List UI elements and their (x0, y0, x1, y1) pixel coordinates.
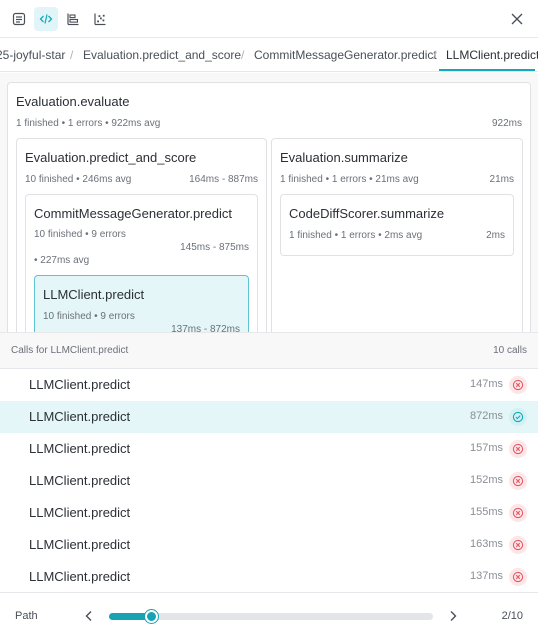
node-meta-avg: • 227ms avg (34, 255, 90, 266)
calls-list: LLMClient.predict 147ms LLMClient.predic… (0, 369, 538, 591)
tree-node-llm-client[interactable]: LLMClient.predict 10 finished • 9 errors… (34, 275, 249, 332)
call-duration: 147ms (469, 378, 503, 390)
call-duration: 155ms (469, 506, 503, 518)
top-toolbar (0, 0, 538, 38)
call-duration: 157ms (469, 442, 503, 454)
breadcrumb-separator: / (433, 48, 437, 62)
call-name: LLMClient.predict (29, 473, 131, 488)
close-button[interactable] (506, 8, 528, 30)
timeline-icon (67, 13, 79, 26)
tree-node-predict-and-score[interactable]: Evaluation.predict_and_score 10 finished… (16, 138, 267, 332)
node-range: 922ms (491, 118, 522, 129)
node-meta: 1 finished • 1 errors • 2ms avg (289, 230, 423, 241)
node-range: 2ms (486, 230, 505, 241)
call-duration: 137ms (469, 570, 503, 582)
code-view-button[interactable] (34, 7, 58, 31)
error-status-icon (509, 504, 527, 522)
error-status-icon (509, 440, 527, 458)
node-meta: 10 finished • 9 errors (34, 229, 126, 240)
calls-header-label: Calls for LLMClient.predict (11, 345, 129, 356)
call-row[interactable]: LLMClient.predict 163ms (0, 529, 538, 561)
node-range: 21ms (489, 174, 514, 185)
path-slider[interactable] (109, 610, 433, 623)
breadcrumb-item-current[interactable]: LLMClient.predict (446, 48, 538, 62)
node-title: Evaluation.evaluate (16, 94, 130, 109)
node-title: CodeDiffScorer.summarize (289, 206, 445, 221)
calls-count: 10 calls (493, 345, 527, 356)
error-status-icon (509, 472, 527, 490)
call-name: LLMClient.predict (29, 441, 131, 456)
error-status-icon (509, 568, 527, 586)
document-view-button[interactable] (7, 7, 31, 31)
call-name: LLMClient.predict (29, 537, 131, 552)
path-page-indicator: 2/10 (501, 610, 523, 622)
scatter-icon (94, 13, 106, 26)
breadcrumb-item-run[interactable]: 25-joyful-star (0, 48, 65, 62)
path-slider-thumb[interactable] (145, 610, 159, 623)
error-status-icon (509, 376, 527, 394)
node-meta: 10 finished • 246ms avg (25, 174, 132, 185)
chevron-left-icon (85, 611, 92, 621)
call-row[interactable]: LLMClient.predict 152ms (0, 465, 538, 497)
document-icon (12, 12, 26, 26)
call-row[interactable]: LLMClient.predict 157ms (0, 433, 538, 465)
call-name: LLMClient.predict (29, 409, 131, 424)
node-range: 137ms - 872ms (171, 324, 240, 332)
error-status-icon (509, 536, 527, 554)
calls-header: Calls for LLMClient.predict 10 calls (0, 332, 538, 369)
success-status-icon (509, 408, 527, 426)
timeline-view-button[interactable] (61, 7, 85, 31)
chevron-right-icon (450, 611, 457, 621)
call-name: LLMClient.predict (29, 377, 131, 392)
call-duration: 872ms (469, 410, 503, 422)
path-label: Path (15, 610, 38, 622)
call-row[interactable]: LLMClient.predict 155ms (0, 497, 538, 529)
node-meta: 1 finished • 1 errors • 922ms avg (16, 118, 161, 129)
code-icon (39, 14, 53, 24)
breadcrumb-item-commit-generator[interactable]: CommitMessageGenerator.predict (254, 48, 437, 62)
next-button[interactable] (445, 608, 461, 624)
previous-button[interactable] (81, 608, 97, 624)
breadcrumb-separator: / (70, 48, 74, 62)
node-meta: 1 finished • 1 errors • 21ms avg (280, 174, 419, 185)
breadcrumb-active-indicator (439, 69, 535, 71)
call-name: LLMClient.predict (29, 569, 131, 584)
path-navigator: Path 2/10 (0, 592, 538, 640)
call-row-selected[interactable]: LLMClient.predict 872ms (0, 401, 538, 433)
call-duration: 163ms (469, 538, 503, 550)
call-tree: Evaluation.evaluate 1 finished • 1 error… (0, 73, 538, 332)
tree-node-commit-generator[interactable]: CommitMessageGenerator.predict 10 finish… (25, 194, 258, 332)
node-range: 145ms - 875ms (180, 242, 249, 253)
breadcrumb: 25-joyful-star / Evaluation.predict_and_… (0, 38, 538, 72)
call-name: LLMClient.predict (29, 505, 131, 520)
tree-node-scorer-summarize[interactable]: CodeDiffScorer.summarize 1 finished • 1 … (280, 194, 514, 256)
node-range: 164ms - 887ms (189, 174, 258, 185)
breadcrumb-item-predict-and-score[interactable]: Evaluation.predict_and_score (83, 48, 241, 62)
call-duration: 152ms (469, 474, 503, 486)
node-title: Evaluation.predict_and_score (25, 150, 197, 165)
node-title: CommitMessageGenerator.predict (34, 206, 232, 221)
node-title: LLMClient.predict (43, 287, 145, 302)
close-icon (511, 13, 523, 25)
breadcrumb-separator: / (241, 48, 245, 62)
call-row[interactable]: LLMClient.predict 137ms (0, 561, 538, 591)
tree-node-summarize[interactable]: Evaluation.summarize 1 finished • 1 erro… (271, 138, 523, 332)
scatter-view-button[interactable] (88, 7, 112, 31)
node-meta: 10 finished • 9 errors (43, 311, 135, 322)
call-row[interactable]: LLMClient.predict 147ms (0, 369, 538, 401)
tree-node-evaluate[interactable]: Evaluation.evaluate 1 finished • 1 error… (7, 82, 531, 332)
node-title: Evaluation.summarize (280, 150, 408, 165)
